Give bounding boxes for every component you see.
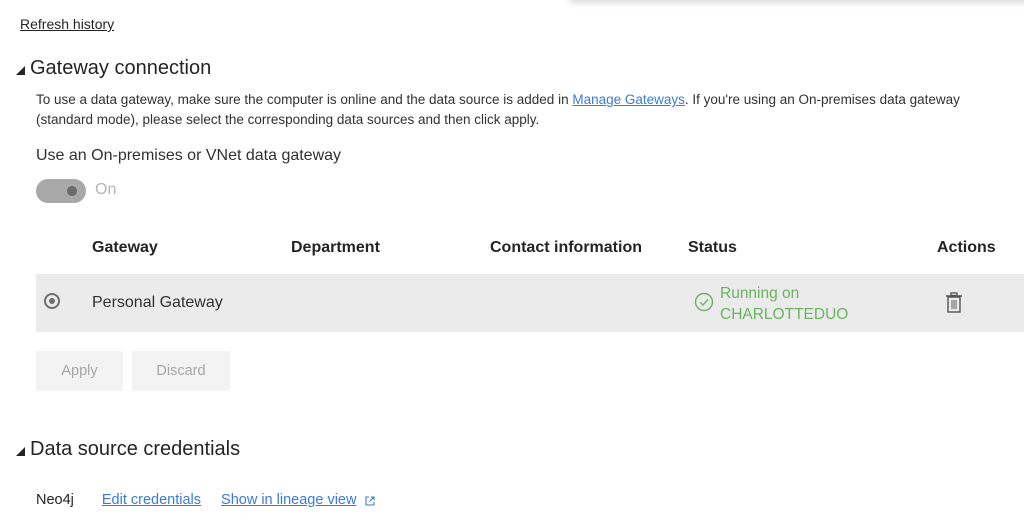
edit-credentials-link[interactable]: Edit credentials: [102, 492, 201, 508]
manage-gateways-link[interactable]: Manage Gateways: [572, 92, 685, 107]
radio-dot: [49, 298, 55, 304]
show-in-lineage-view-link[interactable]: Show in lineage view: [221, 492, 356, 508]
credential-item: Neo4j Edit credentials Show in lineage v…: [36, 492, 376, 508]
gateway-name: Personal Gateway: [92, 294, 223, 311]
data-source-credentials-title: Data source credentials: [30, 438, 241, 460]
collapse-triangle-icon: [16, 447, 25, 456]
status-line-2: CHARLOTTEDUO: [720, 306, 849, 323]
status-line-1: Running on: [720, 285, 800, 302]
apply-button[interactable]: Apply: [36, 351, 123, 391]
gateway-radio-button[interactable]: [44, 293, 60, 309]
gateway-description: To use a data gateway, make sure the com…: [36, 90, 996, 130]
column-header-gateway: Gateway: [92, 239, 158, 256]
column-header-contact: Contact information: [490, 239, 642, 256]
toggle-knob: [67, 186, 77, 196]
gateway-toggle[interactable]: [36, 179, 86, 203]
table-row[interactable]: Personal Gateway Running on CHARLOTTEDUO: [36, 274, 1024, 332]
gateway-status: Running on CHARLOTTEDUO: [694, 283, 848, 325]
gateway-toggle-label: Use an On-premises or VNet data gateway: [36, 147, 342, 164]
gateway-connection-title: Gateway connection: [30, 57, 212, 79]
description-text: To use a data gateway, make sure the com…: [36, 92, 573, 107]
data-source-name: Neo4j: [36, 492, 74, 508]
collapse-triangle-icon: [16, 66, 25, 75]
check-circle-icon: [694, 292, 714, 312]
external-link-icon[interactable]: [364, 495, 376, 507]
column-header-status: Status: [688, 239, 737, 256]
trash-icon[interactable]: [945, 292, 963, 314]
refresh-history-link[interactable]: Refresh history: [20, 16, 114, 32]
data-source-credentials-header[interactable]: Data source credentials: [16, 438, 240, 461]
column-header-actions: Actions: [937, 239, 996, 256]
gateway-connection-header[interactable]: Gateway connection: [16, 57, 211, 80]
column-header-department: Department: [291, 239, 380, 256]
toggle-state-text: On: [95, 181, 117, 198]
discard-button[interactable]: Discard: [132, 351, 230, 391]
